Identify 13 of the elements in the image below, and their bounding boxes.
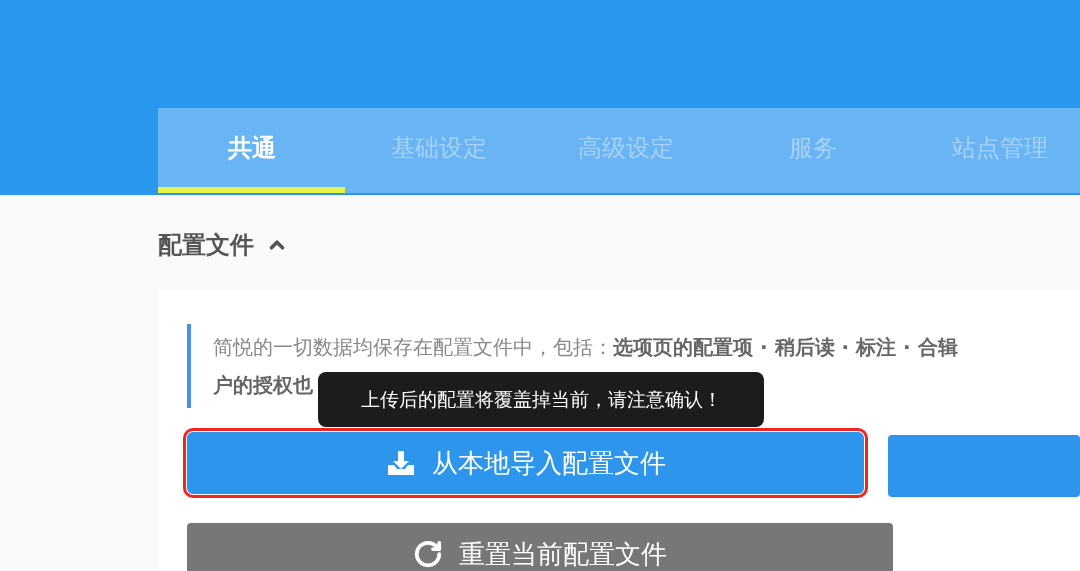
notice-text: 户的授权也	[213, 372, 313, 399]
tooltip: 上传后的配置将覆盖掉当前，请注意确认！	[318, 372, 764, 427]
tab[interactable]: 共通	[158, 108, 345, 193]
tab[interactable]: 基础设定	[345, 108, 532, 193]
side-button[interactable]	[888, 435, 1080, 497]
tab[interactable]: 服务	[719, 108, 906, 193]
tab[interactable]: 站点管理	[906, 108, 1080, 193]
download-tray-icon	[385, 449, 416, 477]
notice-text: 简悦的一切数据均保存在配置文件中，包括：选项页的配置项 · 稍后读 · 标注 · 合辑	[213, 334, 958, 361]
refresh-icon	[413, 539, 443, 569]
reset-button[interactable]: 重置当前配置文件	[187, 523, 893, 571]
tab[interactable]: 高级设定	[532, 108, 719, 193]
section-header[interactable]: 配置文件	[158, 229, 288, 261]
